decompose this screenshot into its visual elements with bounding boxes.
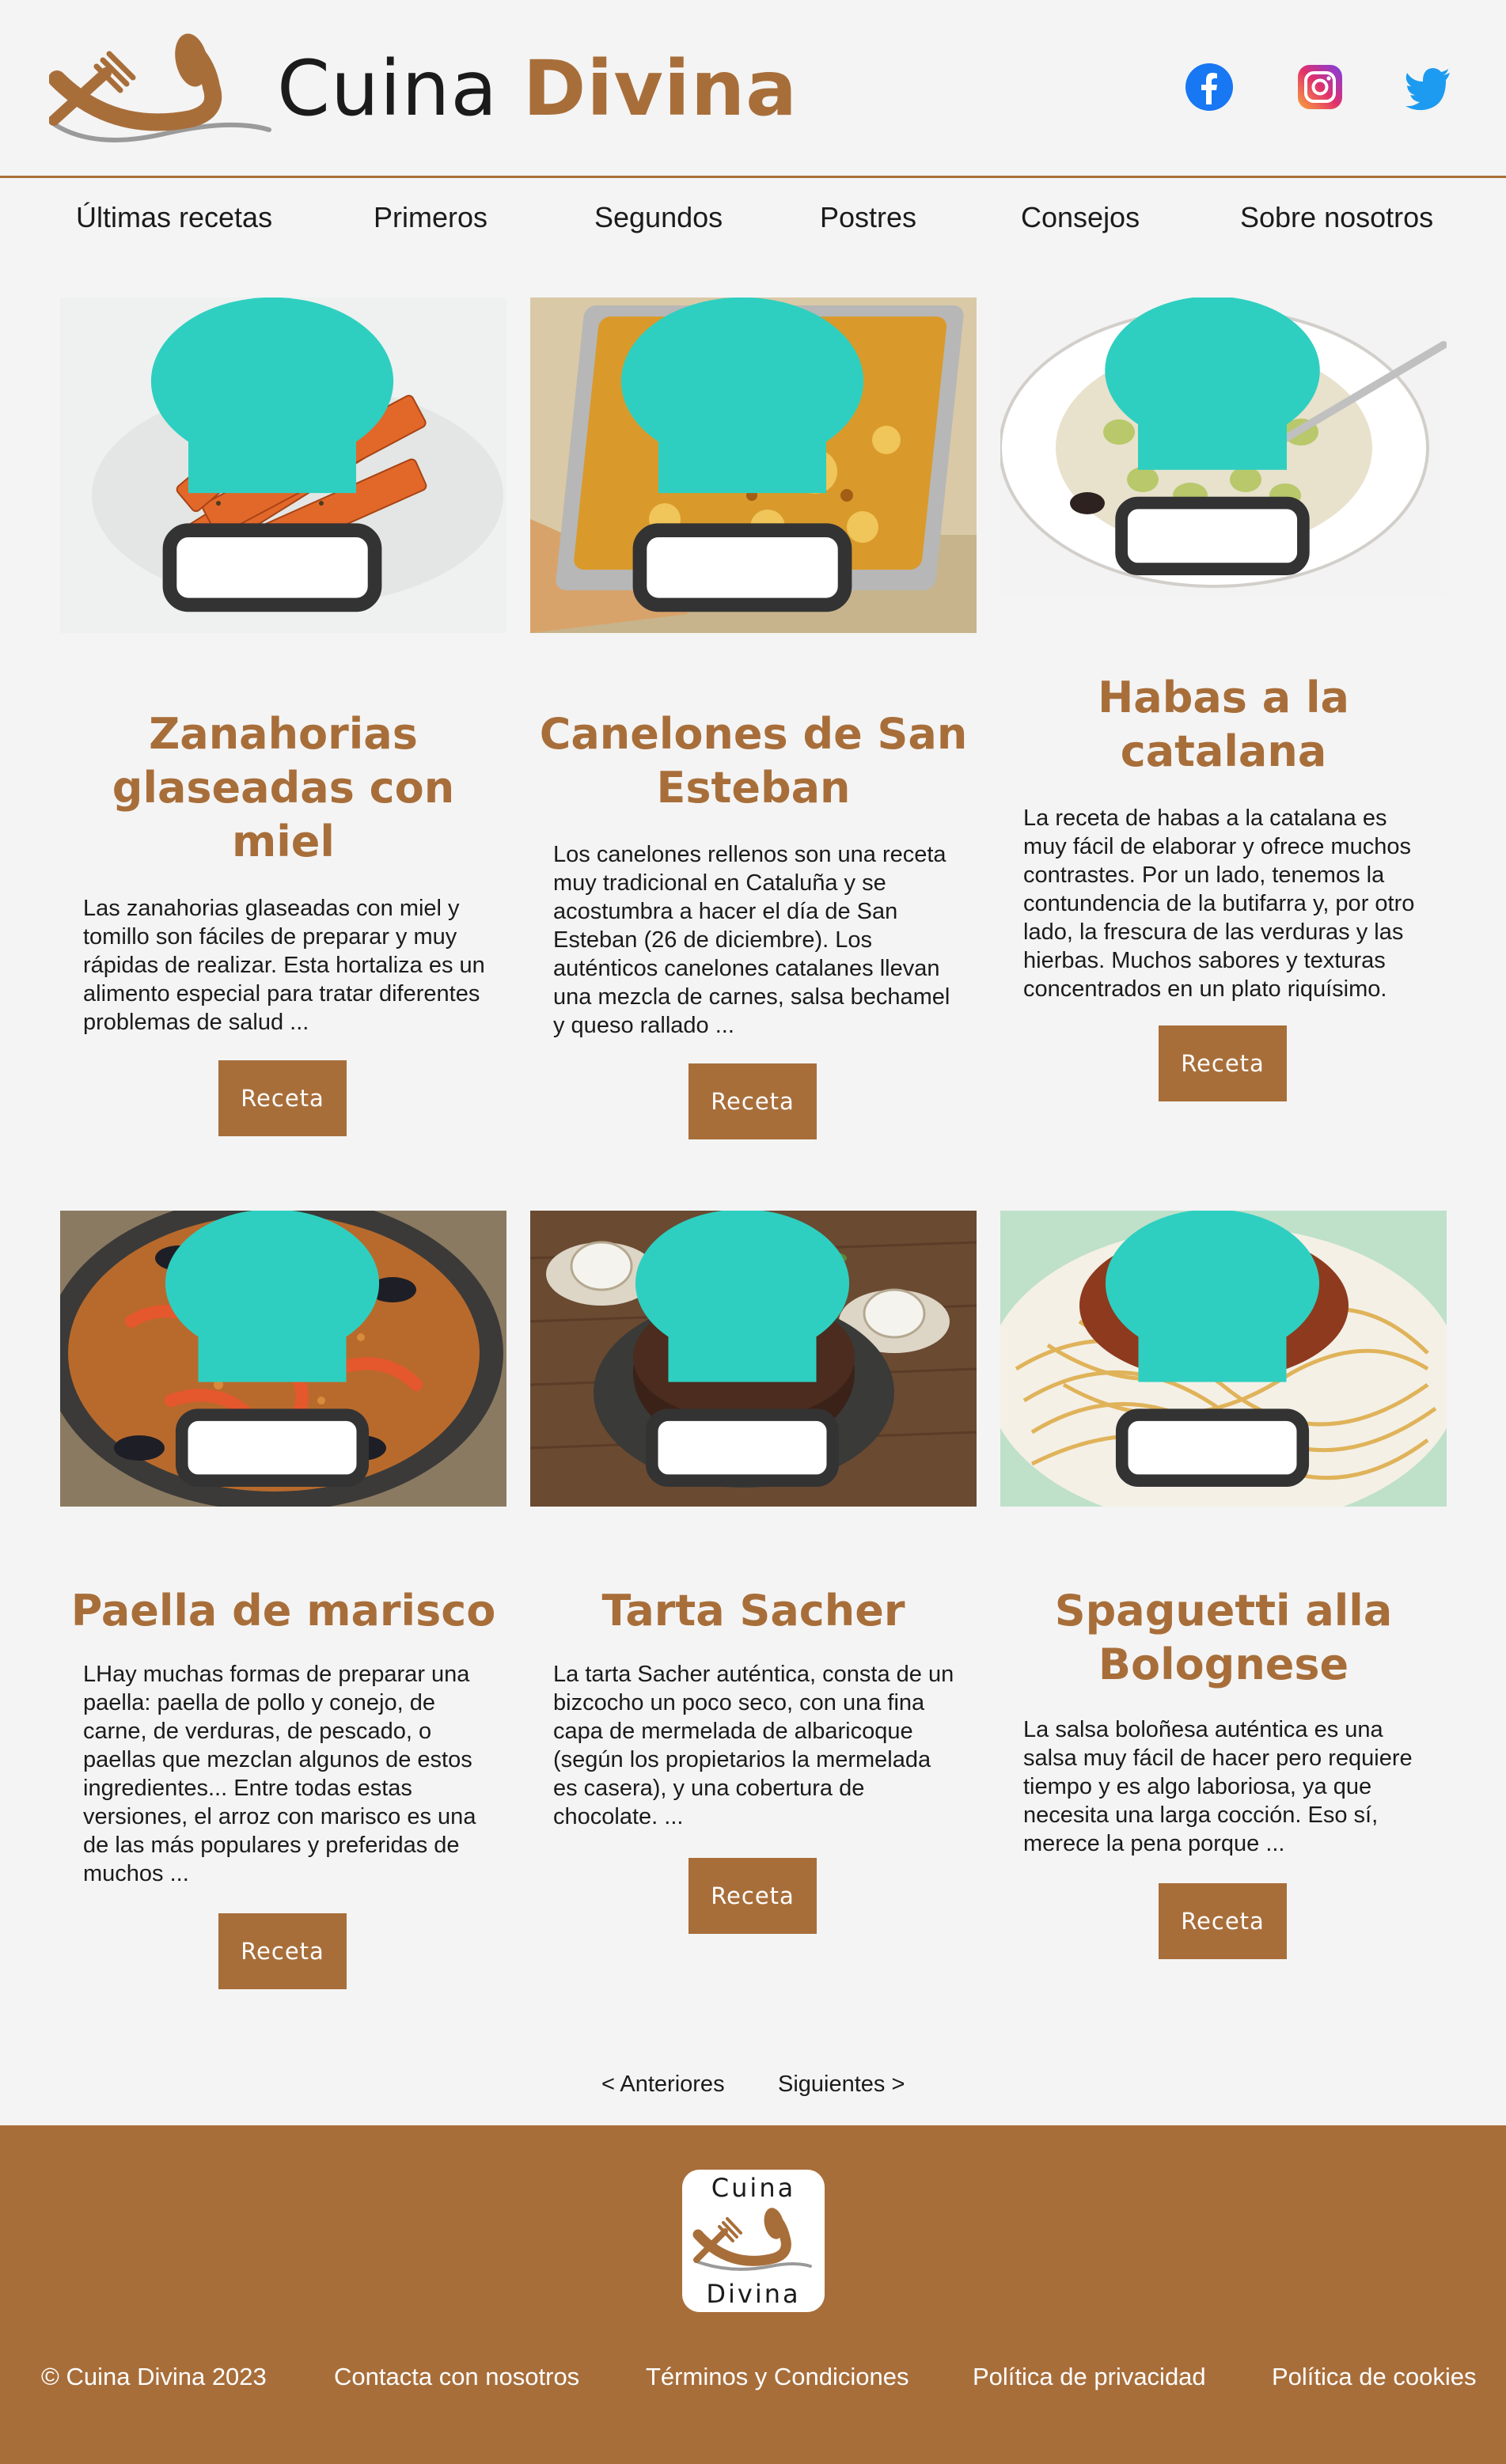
site-header: Cuina Divina	[0, 0, 1506, 177]
logo-spoon-fork-icon[interactable]	[49, 32, 275, 150]
recipe-button[interactable]: Receta	[1159, 1883, 1287, 1959]
chef-hat-icon	[620, 298, 864, 612]
site-title[interactable]: Cuina Divina	[277, 44, 798, 133]
facebook-icon[interactable]	[1184, 62, 1235, 112]
site-footer: Cuina Divina © Cuina Divina 2023 Contact…	[0, 2125, 1506, 2464]
footer-link-cookies[interactable]: Política de cookies	[1272, 2363, 1476, 2391]
recipe-image-spaguetti[interactable]	[1000, 1211, 1447, 1507]
recipe-title[interactable]: Tarta Sacher	[530, 1584, 977, 1638]
recipe-image-canelones[interactable]	[530, 298, 977, 633]
footer-copyright: © Cuina Divina 2023	[41, 2363, 267, 2390]
recipe-image-paella[interactable]	[60, 1211, 506, 1507]
nav-primeros[interactable]: Primeros	[374, 201, 487, 234]
nav-latest-recipes[interactable]: Últimas recetas	[76, 201, 272, 234]
chef-hat-icon	[150, 298, 394, 612]
footer-link-terms[interactable]: Términos y Condiciones	[646, 2363, 909, 2391]
header-divider	[0, 176, 1506, 178]
footer-link-privacy[interactable]: Política de privacidad	[973, 2363, 1206, 2391]
site-title-part1: Cuina	[277, 44, 499, 133]
recipe-title[interactable]: Habas a la catalana	[1000, 671, 1447, 779]
site-title-part2: Divina	[522, 44, 798, 133]
recipe-excerpt: Los canelones rellenos son una receta mu…	[553, 842, 950, 1038]
recipe-excerpt: La tarta Sacher auténtica, consta de un …	[553, 1662, 954, 1829]
recipe-title[interactable]: Spaguetti alla Bolognese	[1000, 1584, 1447, 1692]
recipe-button[interactable]: Receta	[689, 1858, 817, 1934]
recipe-title[interactable]: Canelones de San Esteban	[530, 707, 977, 815]
recipe-title[interactable]: Zanahorias glaseadas con miel	[60, 707, 506, 869]
recipe-image-sacher[interactable]	[530, 1211, 977, 1507]
recipe-excerpt: La salsa boloñesa auténtica es una salsa…	[1023, 1717, 1413, 1856]
nav-consejos[interactable]: Consejos	[1021, 201, 1140, 234]
pagination-next-link[interactable]: Siguientes >	[778, 2072, 905, 2098]
recipe-button[interactable]: Receta	[218, 1913, 347, 1989]
main-nav: Últimas recetas Primeros Segundos Postre…	[0, 198, 1506, 245]
chef-hat-icon	[165, 1211, 380, 1488]
recipe-title[interactable]: Paella de marisco	[60, 1584, 506, 1638]
recipe-image-habas[interactable]	[1000, 298, 1447, 595]
recipe-button[interactable]: Receta	[218, 1060, 347, 1136]
twitter-icon[interactable]	[1402, 62, 1453, 112]
spoon-fork-icon	[692, 2208, 812, 2271]
recipe-button[interactable]: Receta	[689, 1063, 817, 1139]
recipe-excerpt: Las zanahorias glaseadas con miel y tomi…	[83, 896, 485, 1035]
footer-logo[interactable]: Cuina Divina	[682, 2170, 825, 2312]
footer-logo-top: Cuina	[711, 2173, 796, 2203]
recipe-button[interactable]: Receta	[1159, 1025, 1287, 1101]
recipe-excerpt: La receta de habas a la catalana es muy …	[1023, 806, 1415, 1002]
nav-postres[interactable]: Postres	[820, 201, 916, 234]
footer-link-contact[interactable]: Contacta con nosotros	[334, 2363, 579, 2391]
chef-hat-icon	[635, 1211, 850, 1488]
footer-logo-bottom: Divina	[706, 2279, 801, 2309]
instagram-icon[interactable]	[1295, 62, 1345, 112]
nav-segundos[interactable]: Segundos	[594, 201, 723, 234]
chef-hat-icon	[1105, 298, 1320, 575]
nav-about-us[interactable]: Sobre nosotros	[1240, 201, 1433, 234]
recipe-image-zanahorias[interactable]	[60, 298, 506, 633]
recipe-excerpt: LHay muchas formas de preparar una paell…	[83, 1662, 476, 1886]
chef-hat-icon	[1105, 1211, 1320, 1488]
pagination-prev-link[interactable]: < Anteriores	[601, 2072, 725, 2098]
